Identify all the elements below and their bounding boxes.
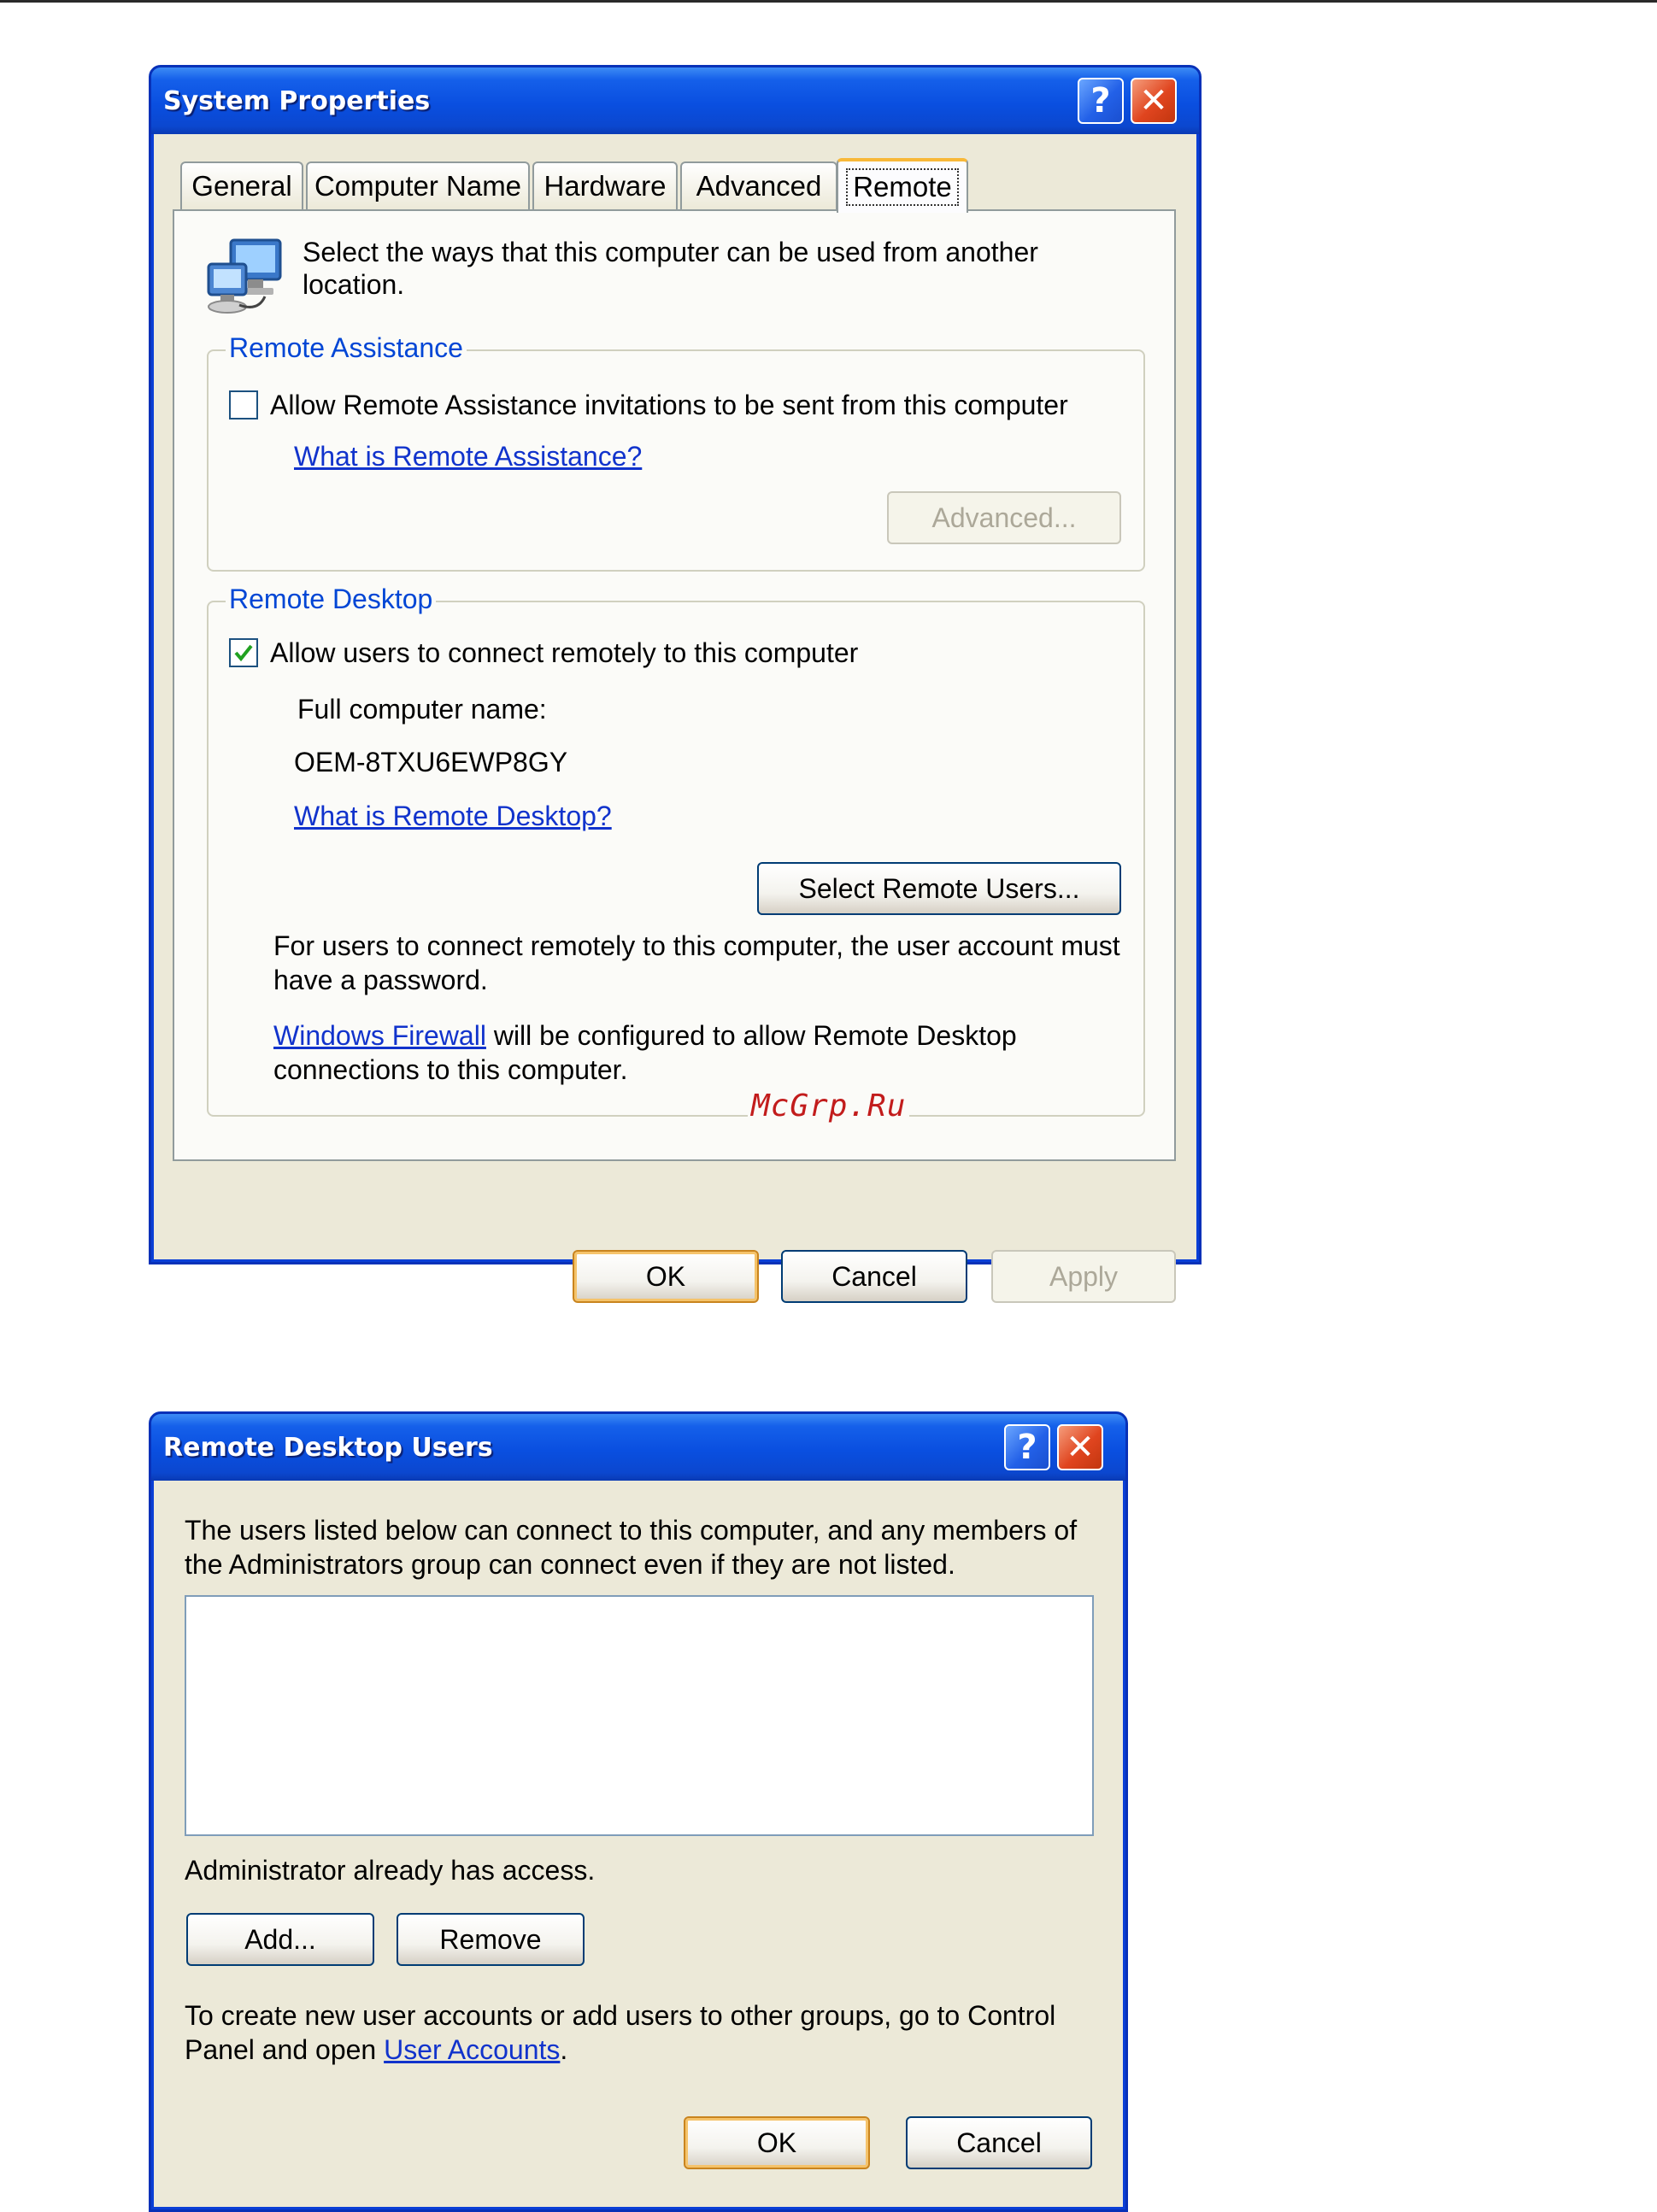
ok-button[interactable]: OK: [684, 2116, 870, 2169]
full-computer-name-label: Full computer name:: [297, 694, 547, 725]
footer-text-line1: To create new user accounts or add users…: [185, 2000, 1056, 2031]
system-properties-client: General Computer Name Hardware Advanced …: [154, 134, 1196, 1303]
remote-desktop-users-titlebar[interactable]: Remote Desktop Users ? ✕: [151, 1414, 1125, 1481]
advanced-button[interactable]: Advanced...: [887, 491, 1121, 544]
watermark: McGrp.Ru: [748, 1088, 910, 1124]
help-icon: ?: [1090, 81, 1111, 120]
tab-remote[interactable]: Remote: [837, 158, 968, 213]
tab-general[interactable]: General: [180, 161, 303, 209]
system-properties-titlebar[interactable]: System Properties ? ✕: [151, 67, 1199, 134]
footer-text-suffix: .: [560, 2034, 568, 2065]
system-properties-window: System Properties ? ✕ General Computer N…: [149, 65, 1202, 1303]
intro-text-line1: Select the ways that this computer can b…: [303, 237, 1038, 267]
footer-text-prefix: Panel and open: [185, 2034, 385, 2065]
add-button[interactable]: Add...: [186, 1913, 374, 1966]
window-title: Remote Desktop Users: [163, 1433, 493, 1463]
firewall-note-text: will be configured to allow Remote Deskt…: [485, 1020, 1017, 1051]
tab-advanced[interactable]: Advanced: [680, 161, 837, 209]
help-icon: ?: [1017, 1428, 1037, 1467]
page-top-rule: [0, 0, 1657, 3]
window-title: System Properties: [163, 86, 431, 116]
close-icon: ✕: [1066, 1428, 1095, 1467]
intro-text-line2: the Administrators group can connect eve…: [185, 1549, 955, 1580]
tab-label: Computer Name: [314, 170, 522, 202]
apply-button[interactable]: Apply: [991, 1250, 1176, 1303]
remote-desktop-users-window: Remote Desktop Users ? ✕ The users liste…: [149, 1411, 1128, 2212]
firewall-note-line2: connections to this computer.: [273, 1054, 628, 1085]
remote-tab-panel: Select the ways that this computer can b…: [173, 209, 1176, 1161]
remote-desktop-checkbox-label[interactable]: Allow users to connect remotely to this …: [270, 636, 858, 670]
close-icon: ✕: [1139, 81, 1168, 120]
select-remote-users-button[interactable]: Select Remote Users...: [757, 862, 1121, 915]
remote-desktop-group-label: Remote Desktop: [226, 582, 437, 616]
tab-label: Advanced: [696, 170, 822, 202]
intro-text-line2: location.: [303, 269, 405, 300]
remote-assistance-checkbox[interactable]: [229, 390, 258, 420]
remote-assistance-group-label: Remote Assistance: [226, 331, 467, 365]
ok-button[interactable]: OK: [573, 1250, 759, 1303]
firewall-note-line1: Windows Firewall will be configured to a…: [273, 1018, 1017, 1053]
tab-label: Hardware: [544, 170, 667, 202]
windows-firewall-link[interactable]: Windows Firewall: [273, 1020, 486, 1051]
remote-desktop-checkbox[interactable]: [229, 638, 258, 667]
tab-hardware[interactable]: Hardware: [532, 161, 678, 209]
users-list[interactable]: [185, 1595, 1094, 1836]
full-computer-name-value: OEM-8TXU6EWP8GY: [294, 747, 568, 777]
what-is-remote-assistance-link[interactable]: What is Remote Assistance?: [294, 439, 642, 473]
remote-desktop-users-client: The users listed below can connect to th…: [154, 1481, 1123, 2207]
remove-button[interactable]: Remove: [397, 1913, 585, 1966]
intro-text-line1: The users listed below can connect to th…: [185, 1515, 1078, 1546]
access-note: Administrator already has access.: [185, 1855, 596, 1886]
password-note-line2: have a password.: [273, 965, 488, 995]
cancel-button[interactable]: Cancel: [781, 1250, 967, 1303]
close-button[interactable]: ✕: [1131, 78, 1177, 124]
tab-label: Remote: [846, 168, 959, 206]
help-button[interactable]: ?: [1078, 78, 1124, 124]
remote-assistance-checkbox-label[interactable]: Allow Remote Assistance invitations to b…: [270, 388, 1068, 422]
user-accounts-link[interactable]: User Accounts: [384, 2034, 560, 2065]
what-is-remote-desktop-link[interactable]: What is Remote Desktop?: [294, 799, 612, 833]
help-button[interactable]: ?: [1004, 1424, 1050, 1470]
remote-computers-icon: [205, 235, 287, 317]
checkmark-icon: [234, 644, 253, 662]
close-button[interactable]: ✕: [1057, 1424, 1103, 1470]
footer-text-line2: Panel and open User Accounts.: [185, 2033, 567, 2067]
cancel-button[interactable]: Cancel: [906, 2116, 1092, 2169]
password-note-line1: For users to connect remotely to this co…: [273, 930, 1120, 961]
tab-computer-name[interactable]: Computer Name: [306, 161, 530, 209]
tab-label: General: [191, 170, 292, 202]
